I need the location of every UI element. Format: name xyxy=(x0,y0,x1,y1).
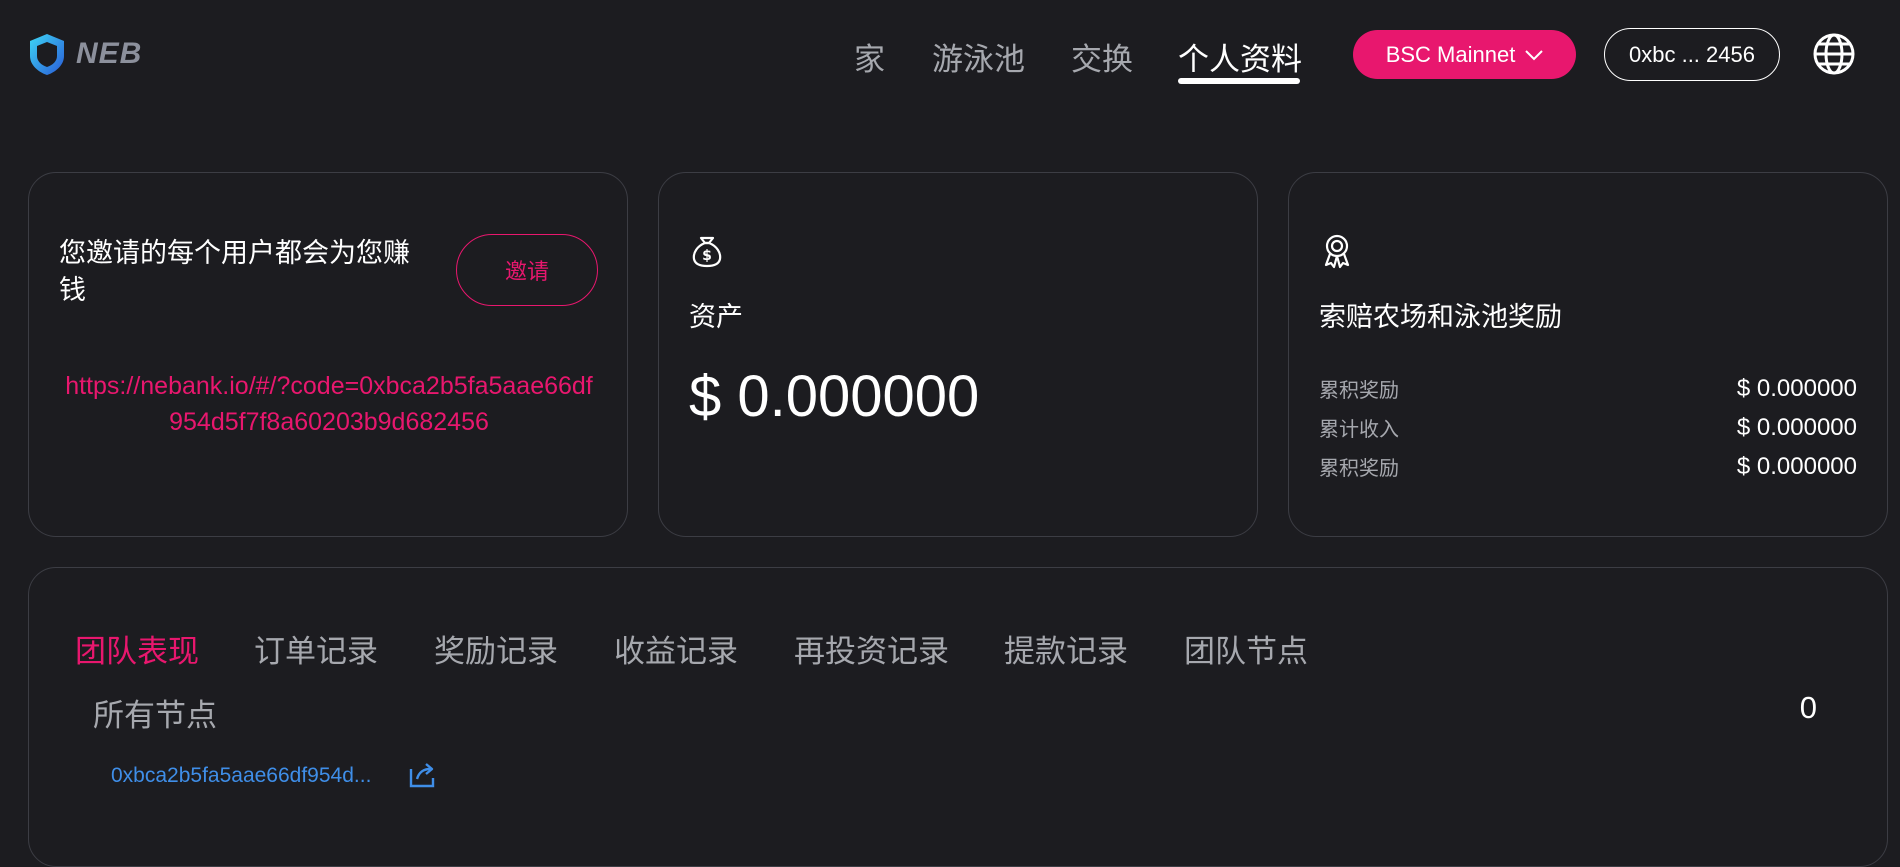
brand-name: NEB xyxy=(76,37,143,70)
network-label: BSC Mainnet xyxy=(1385,41,1516,67)
tab-reward-records[interactable]: 奖励记录 xyxy=(434,626,558,671)
money-bag-icon: $ xyxy=(692,236,722,268)
invite-card: 您邀请的每个用户都会为您赚钱 邀请 https://nebank.io/#/?c… xyxy=(28,172,628,537)
neb-logo-icon xyxy=(30,34,64,75)
network-selector-button[interactable]: BSC Mainnet xyxy=(1353,30,1576,79)
all-nodes-label: 所有节点 xyxy=(93,698,217,733)
assets-value: $ 0.000000 xyxy=(689,364,980,429)
nav-profile[interactable]: 个人资料 xyxy=(1178,34,1302,79)
top-header: NEB 家 游泳池 交换 个人资料 BSC Mainnet 0xbc ... 2… xyxy=(0,0,1900,110)
reward-value: $ 0.000000 xyxy=(1736,452,1857,480)
records-panel: 团队表现 订单记录 奖励记录 收益记录 再投资记录 提款记录 团队节点 所有节点… xyxy=(28,567,1888,867)
chevron-down-icon xyxy=(1525,49,1544,60)
reward-row: 累积奖励 $ 0.000000 xyxy=(1319,447,1857,486)
invite-description: 您邀请的每个用户都会为您赚钱 xyxy=(59,238,410,305)
nav-swap[interactable]: 交换 xyxy=(1071,34,1133,79)
tab-team-nodes[interactable]: 团队节点 xyxy=(1184,626,1308,671)
tab-withdraw-records[interactable]: 提款记录 xyxy=(1004,626,1128,671)
invite-button[interactable]: 邀请 xyxy=(456,234,598,306)
tab-earnings-records[interactable]: 收益记录 xyxy=(614,626,738,671)
external-link-icon[interactable] xyxy=(407,761,437,789)
wallet-address-button[interactable]: 0xbc ... 2456 xyxy=(1604,28,1780,81)
rewards-list: 累积奖励 $ 0.000000 累计收入 $ 0.000000 累积奖励 $ 0… xyxy=(1319,369,1857,486)
reward-value: $ 0.000000 xyxy=(1736,374,1857,402)
tab-order-records[interactable]: 订单记录 xyxy=(254,626,378,671)
globe-language-icon[interactable] xyxy=(1812,32,1856,76)
rewards-card: 索赔农场和泳池奖励 累积奖励 $ 0.000000 累计收入 $ 0.00000… xyxy=(1288,172,1888,537)
nav-active-indicator xyxy=(1178,78,1300,84)
reward-label: 累计收入 xyxy=(1319,419,1399,441)
node-address-link[interactable]: 0xbca2b5fa5aae66df954d... xyxy=(111,764,371,788)
invite-link[interactable]: https://nebank.io/#/?code=0xbca2b5fa5aae… xyxy=(59,368,599,440)
all-nodes-count: 0 xyxy=(1799,690,1817,725)
reward-value: $ 0.000000 xyxy=(1736,413,1857,441)
reward-row: 累计收入 $ 0.000000 xyxy=(1319,408,1857,447)
reward-row: 累积奖励 $ 0.000000 xyxy=(1319,369,1857,408)
brand-logo[interactable]: NEB xyxy=(26,32,142,76)
assets-title: 资产 xyxy=(689,302,743,332)
tab-team-performance[interactable]: 团队表现 xyxy=(75,626,199,671)
svg-text:$: $ xyxy=(702,248,712,264)
reward-label: 累积奖励 xyxy=(1319,380,1399,402)
tab-reinvest-records[interactable]: 再投资记录 xyxy=(794,626,949,671)
nav-home[interactable]: 家 xyxy=(854,34,885,79)
assets-card: $ 资产 $ 0.000000 xyxy=(658,172,1258,537)
nav-pools[interactable]: 游泳池 xyxy=(932,34,1025,79)
award-ribbon-icon xyxy=(1324,234,1350,269)
rewards-title: 索赔农场和泳池奖励 xyxy=(1319,302,1562,332)
reward-label: 累积奖励 xyxy=(1319,458,1399,480)
